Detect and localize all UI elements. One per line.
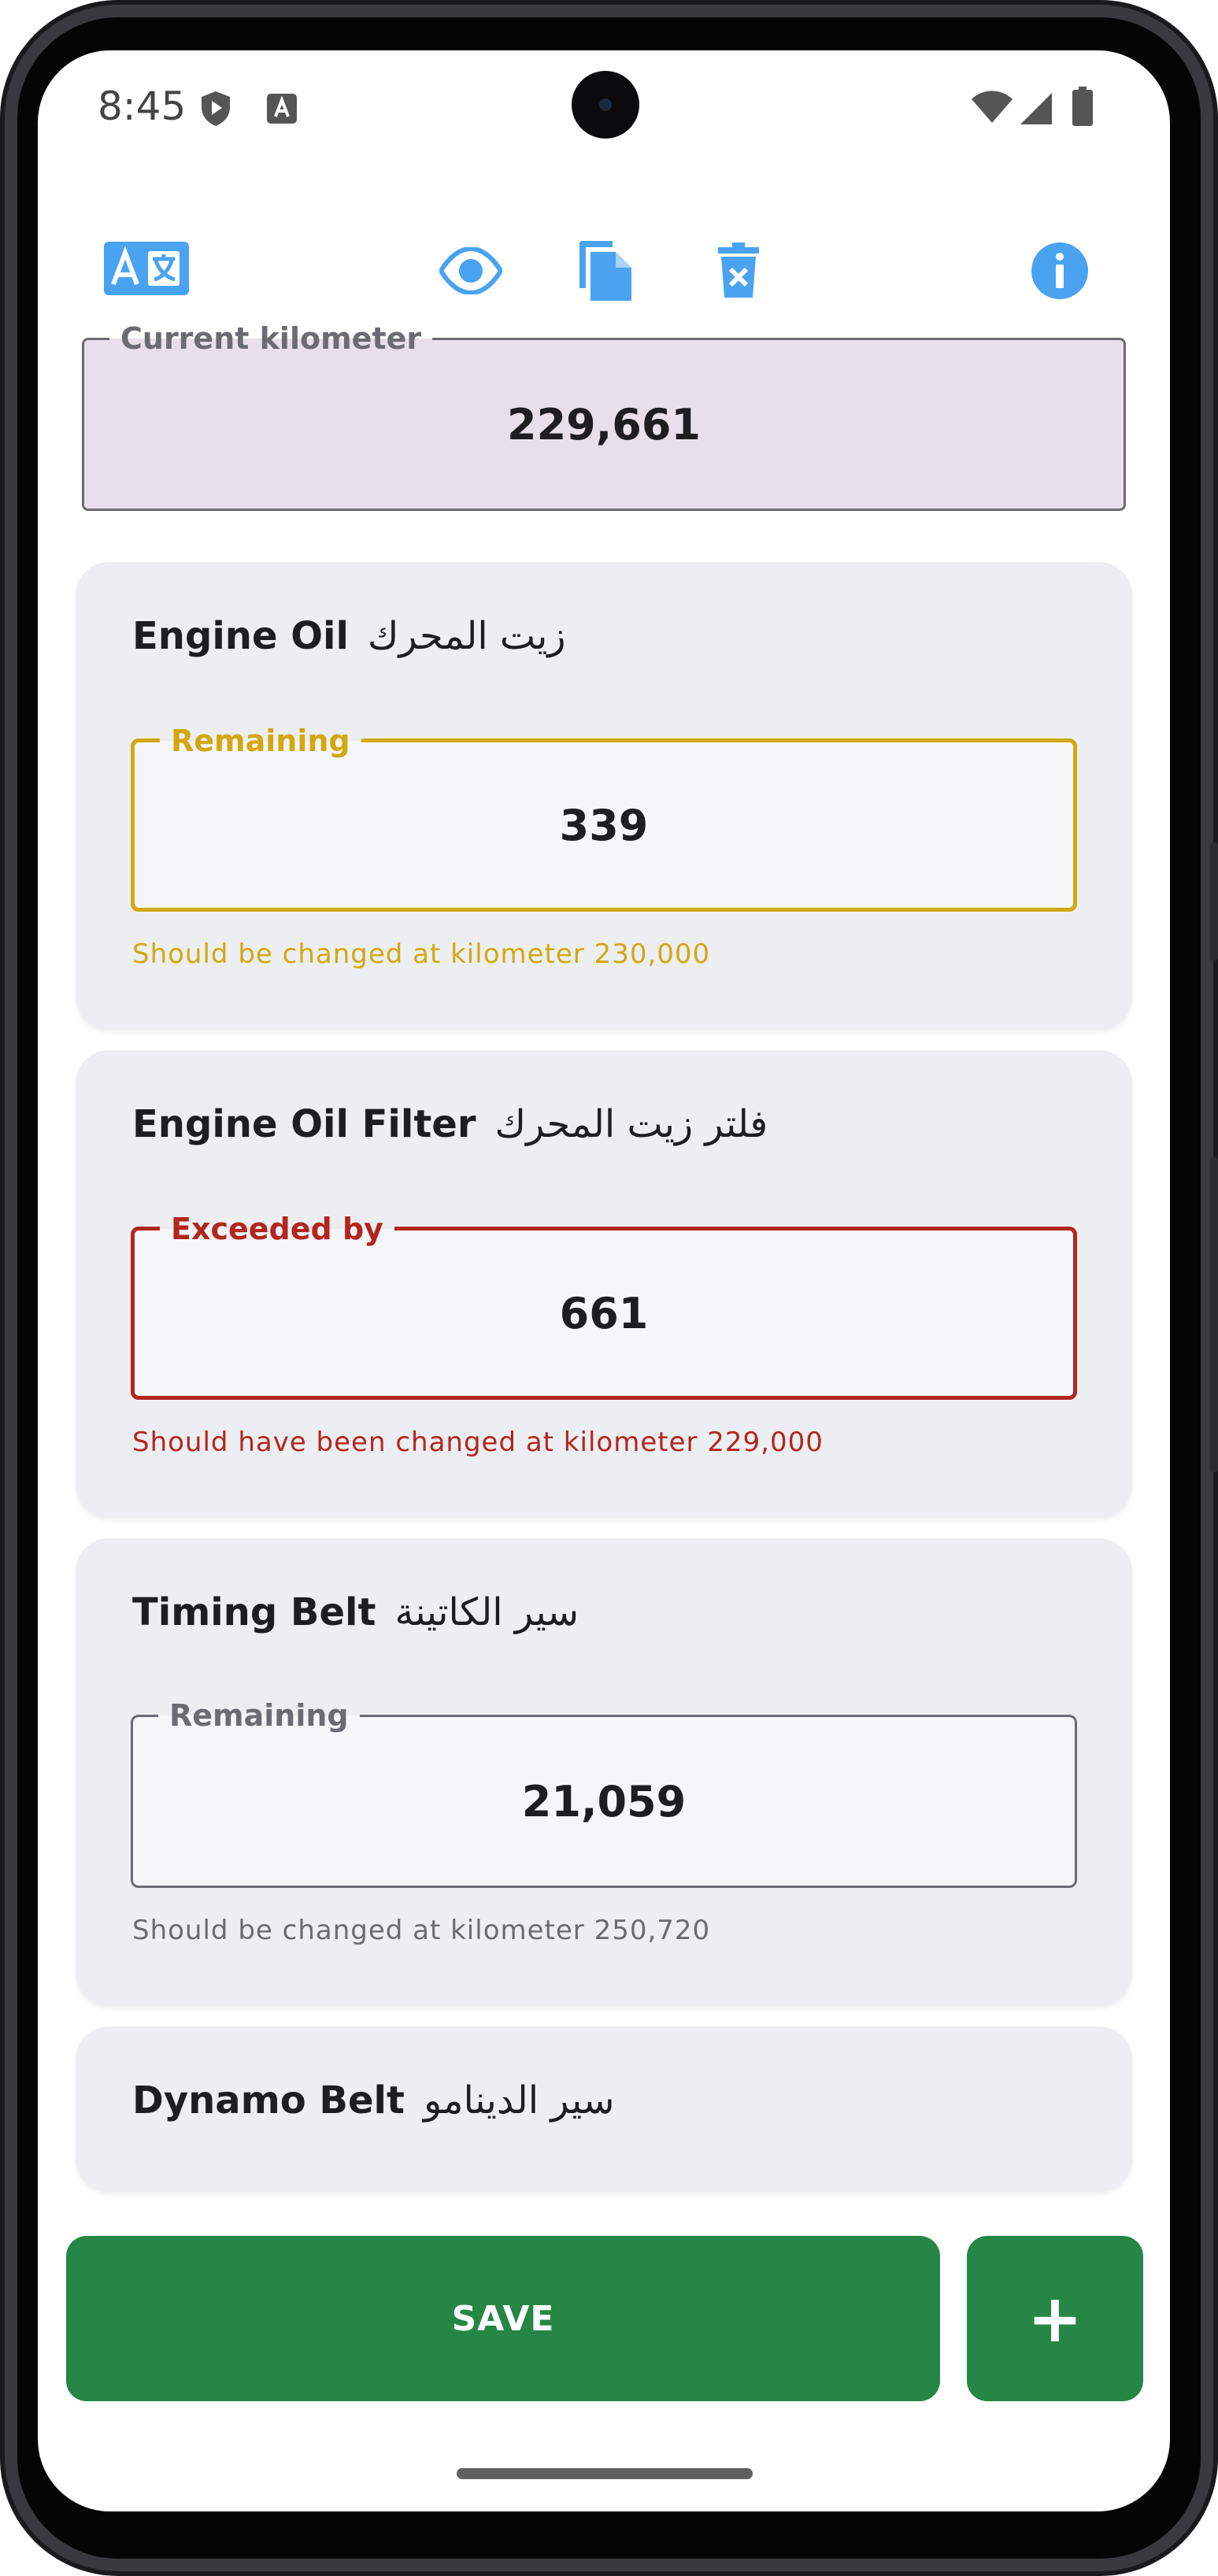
current-km-value: 229,661 (507, 399, 701, 450)
card-engine-oil-filter[interactable]: Engine Oil Filter فلتر زيت المحرك Exceede… (76, 1050, 1132, 1518)
home-indicator[interactable] (457, 2468, 753, 2479)
hint-text: Should have been changed at kilometer 22… (132, 1427, 824, 1458)
card-title-en: Engine Oil (132, 614, 349, 658)
card-title-en: Dynamo Belt (132, 2078, 405, 2123)
card-title: Engine Oil زيت المحرك (132, 614, 566, 658)
card-title-ar: سير الكاتينة (394, 1590, 579, 1634)
info-icon[interactable] (1031, 242, 1088, 302)
shield-icon (198, 90, 233, 131)
card-title: Engine Oil Filter فلتر زيت المحرك (132, 1102, 768, 1146)
current-km-field[interactable]: Current kilometer 229,661 (82, 320, 1126, 511)
card-title-ar: زيت المحرك (367, 614, 566, 658)
delete-icon[interactable] (716, 242, 761, 301)
remaining-value: 339 (559, 800, 649, 850)
remaining-field[interactable]: Remaining 21,059 (131, 1697, 1077, 1888)
remaining-field[interactable]: Remaining 339 (131, 722, 1077, 912)
text-a-icon (266, 93, 298, 128)
card-engine-oil[interactable]: Engine Oil زيت المحرك Remaining 339 Shoul… (76, 562, 1132, 1030)
card-title: Dynamo Belt سير الدينامو (132, 2078, 615, 2123)
card-dynamo-belt[interactable]: Dynamo Belt سير الدينامو (76, 2026, 1132, 2192)
exceeded-field[interactable]: Exceeded by 661 (131, 1210, 1077, 1400)
add-button[interactable]: + (967, 2236, 1143, 2401)
save-button[interactable]: SAVE (66, 2236, 940, 2401)
card-title: Timing Belt سير الكاتينة (132, 1590, 579, 1634)
phone-frame: 8:45 Current kilometer 229,661 Engine Oi… (0, 0, 1218, 2576)
card-title-en: Engine Oil Filter (132, 1102, 476, 1146)
hint-text: Should be changed at kilometer 230,000 (132, 938, 711, 970)
power-button (1210, 1157, 1218, 1472)
translate-icon[interactable] (104, 242, 189, 298)
volume-button (1210, 842, 1218, 960)
cell-signal-icon (1019, 91, 1053, 129)
card-title-ar: فلتر زيت المحرك (494, 1102, 768, 1146)
wifi-icon (970, 90, 1014, 128)
battery-icon (1072, 87, 1093, 129)
card-timing-belt[interactable]: Timing Belt سير الكاتينة Remaining 21,059… (76, 1538, 1132, 2006)
copy-icon[interactable] (576, 236, 633, 305)
card-title-en: Timing Belt (132, 1590, 376, 1634)
hint-text: Should be changed at kilometer 250,720 (132, 1915, 711, 1946)
screen: 8:45 Current kilometer 229,661 Engine Oi… (38, 50, 1170, 2511)
eye-icon[interactable] (438, 246, 504, 298)
front-camera (572, 71, 639, 139)
exceeded-value: 661 (559, 1288, 649, 1338)
card-title-ar: سير الدينامو (423, 2078, 615, 2123)
remaining-value: 21,059 (521, 1776, 687, 1827)
status-time: 8:45 (98, 83, 187, 129)
